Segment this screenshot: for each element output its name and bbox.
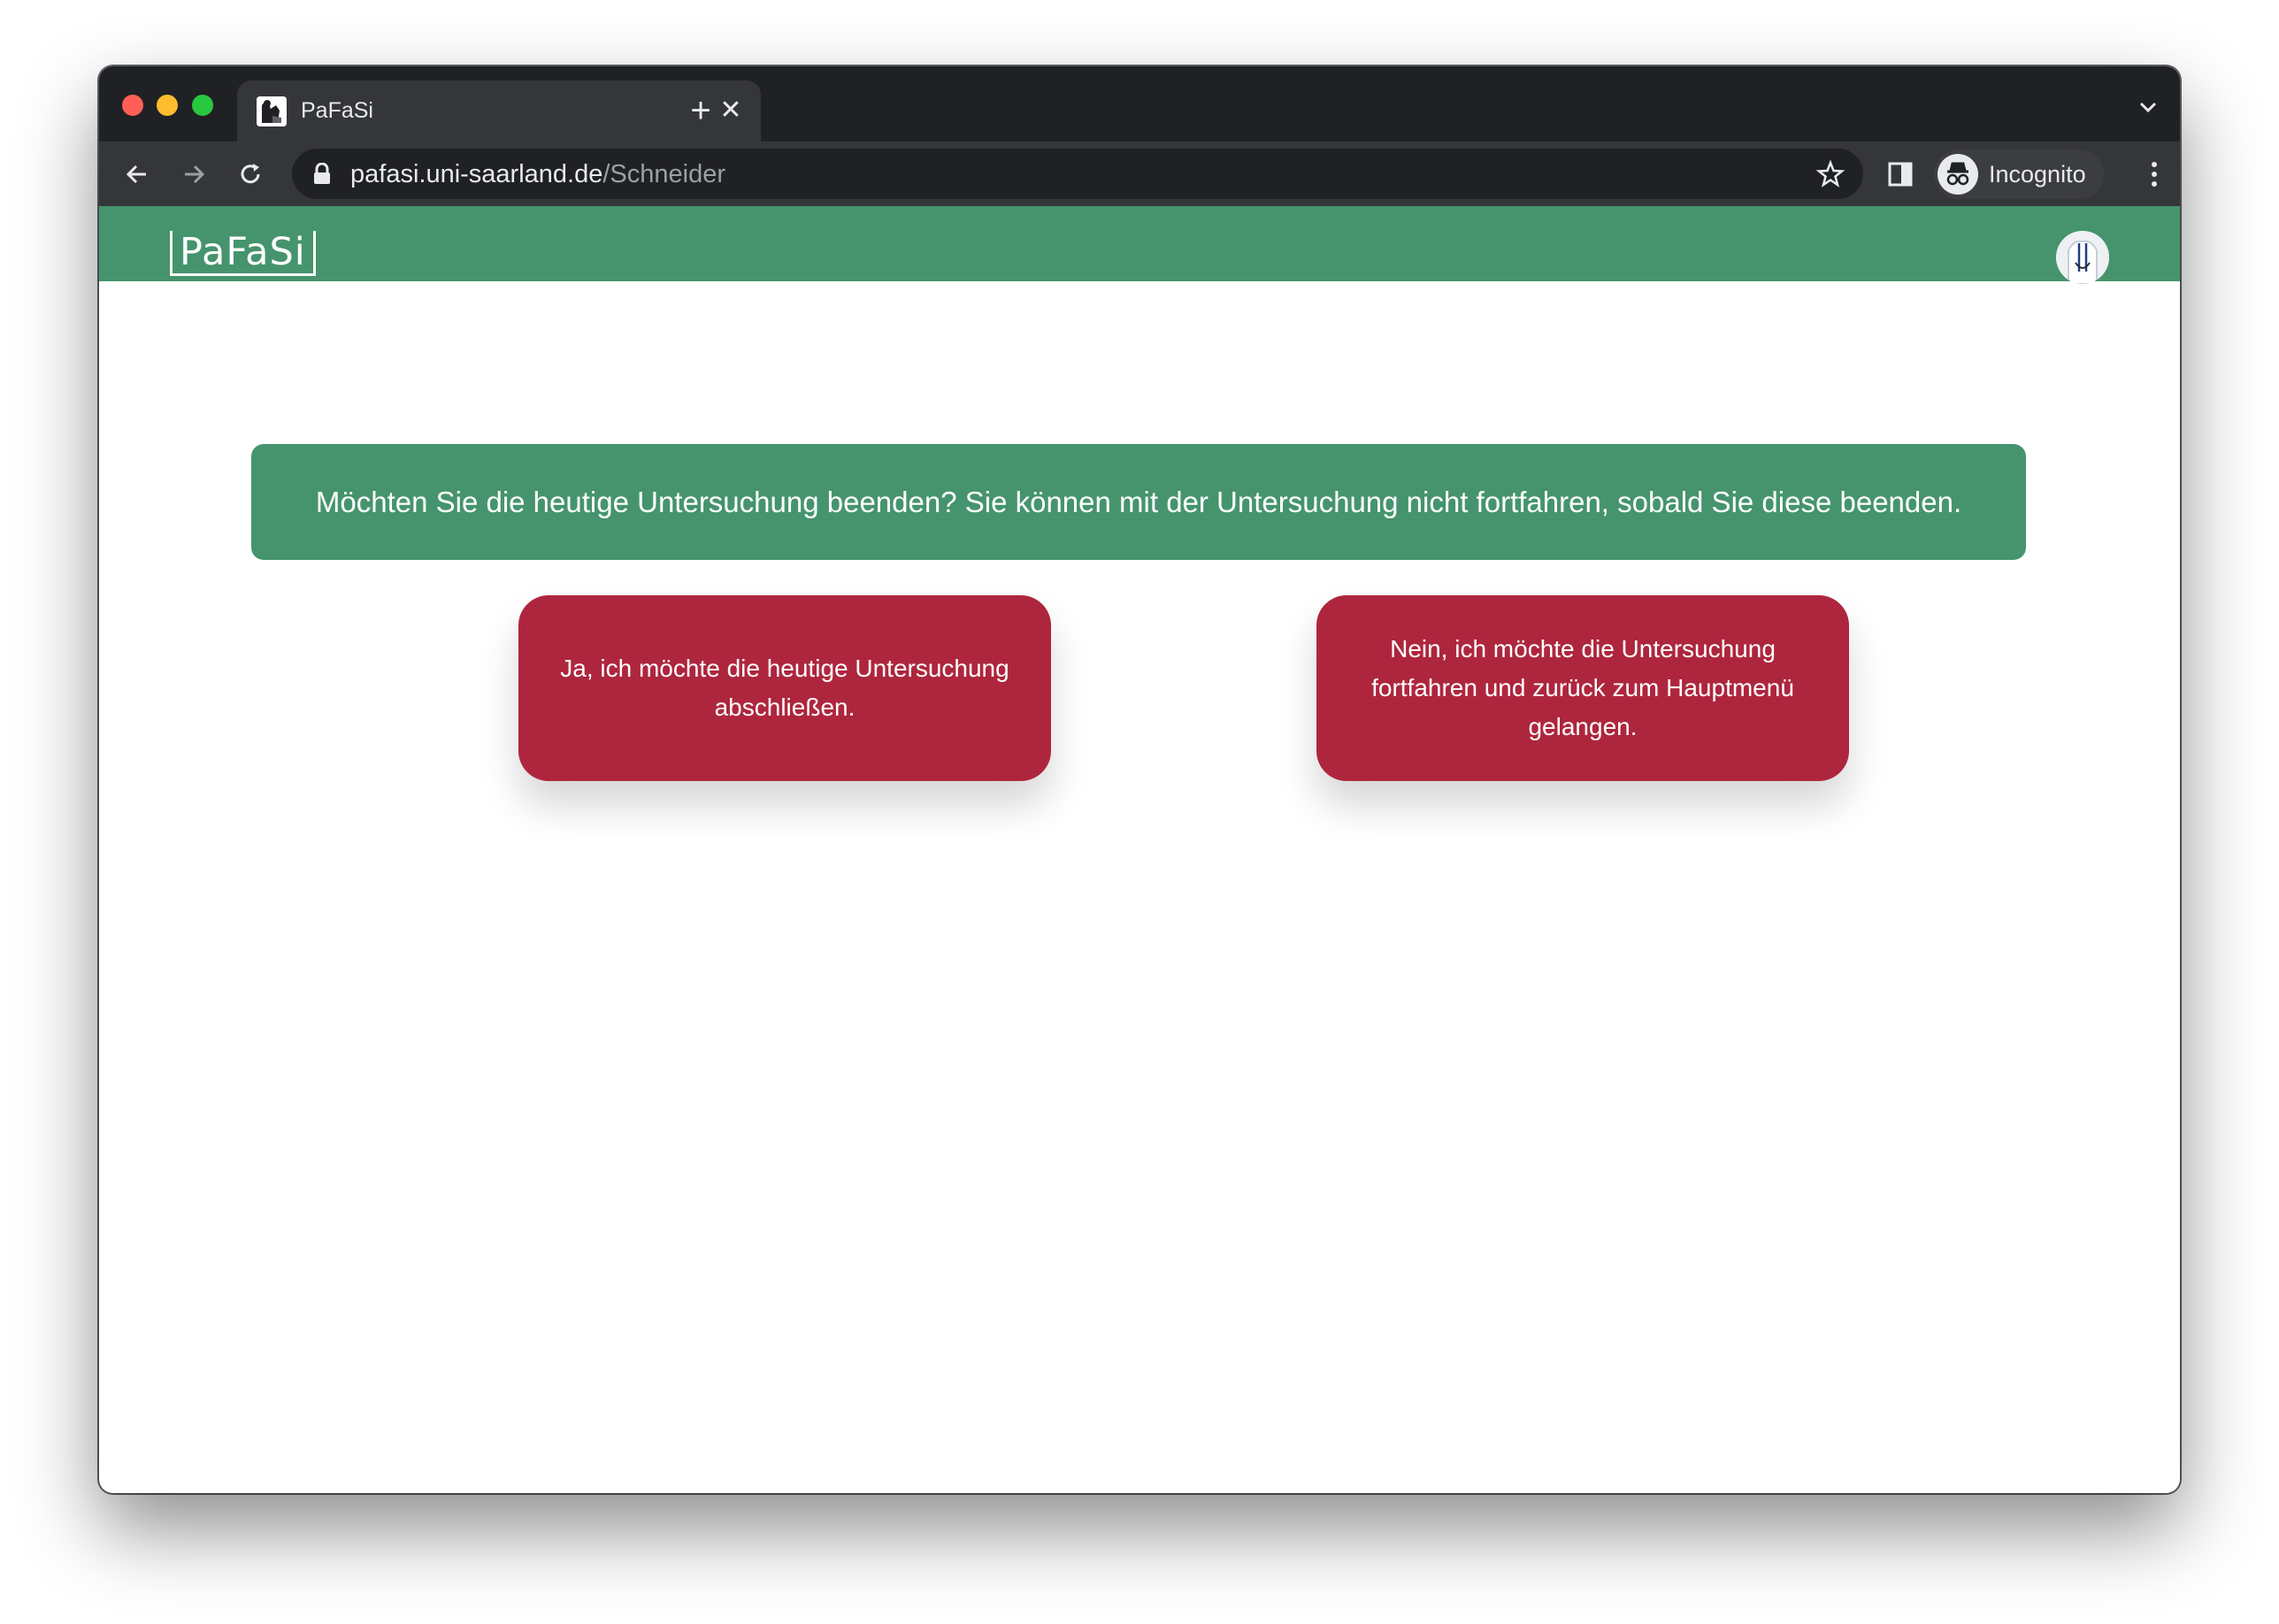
maximize-window-button[interactable]: [192, 95, 213, 116]
plus-icon[interactable]: +: [679, 88, 723, 133]
minimize-window-button[interactable]: [157, 95, 178, 116]
browser-toolbar: pafasi.uni-saarland.de/Schneider Incogni…: [99, 142, 2180, 206]
app-logo[interactable]: PaFaSi: [170, 231, 316, 276]
return-to-menu-button[interactable]: Nein, ich möchte die Untersuchung fortfa…: [1316, 595, 1849, 781]
reload-icon[interactable]: [232, 156, 269, 193]
tab-title: PaFaSi: [301, 98, 373, 123]
url-host: pafasi.uni-saarland.de: [350, 160, 603, 188]
profile-button[interactable]: Incognito: [1934, 149, 2104, 199]
side-panel-icon[interactable]: [1886, 160, 1915, 188]
close-window-button[interactable]: [122, 95, 143, 116]
kebab-menu-icon[interactable]: [2150, 159, 2159, 189]
chevron-down-icon[interactable]: [2132, 91, 2164, 123]
tab-strip: PaFaSi ✕ +: [99, 66, 2180, 142]
url-path: /Schneider: [602, 160, 726, 188]
forward-arrow-icon[interactable]: [175, 156, 212, 193]
user-avatar[interactable]: [2056, 231, 2109, 284]
favicon-icon: [257, 96, 287, 126]
incognito-icon: [1938, 154, 1978, 195]
confirm-end-button[interactable]: Ja, ich möchte die heutige Untersuchung …: [518, 595, 1051, 781]
page-content: PaFaSi Möchten Sie die heutige Untersuch…: [99, 206, 2180, 1493]
browser-window: PaFaSi ✕ + pafasi.uni-saarland.de/Schnei…: [99, 66, 2180, 1493]
confirmation-message: Möchten Sie die heutige Untersuchung bee…: [251, 444, 2026, 560]
lock-icon[interactable]: [311, 162, 333, 186]
url-text: pafasi.uni-saarland.de/Schneider: [350, 160, 725, 189]
star-icon[interactable]: [1815, 159, 1845, 189]
back-arrow-icon[interactable]: [119, 156, 156, 193]
address-bar[interactable]: pafasi.uni-saarland.de/Schneider: [292, 149, 1863, 199]
profile-label: Incognito: [1989, 161, 2086, 188]
app-header: PaFaSi: [99, 206, 2180, 284]
